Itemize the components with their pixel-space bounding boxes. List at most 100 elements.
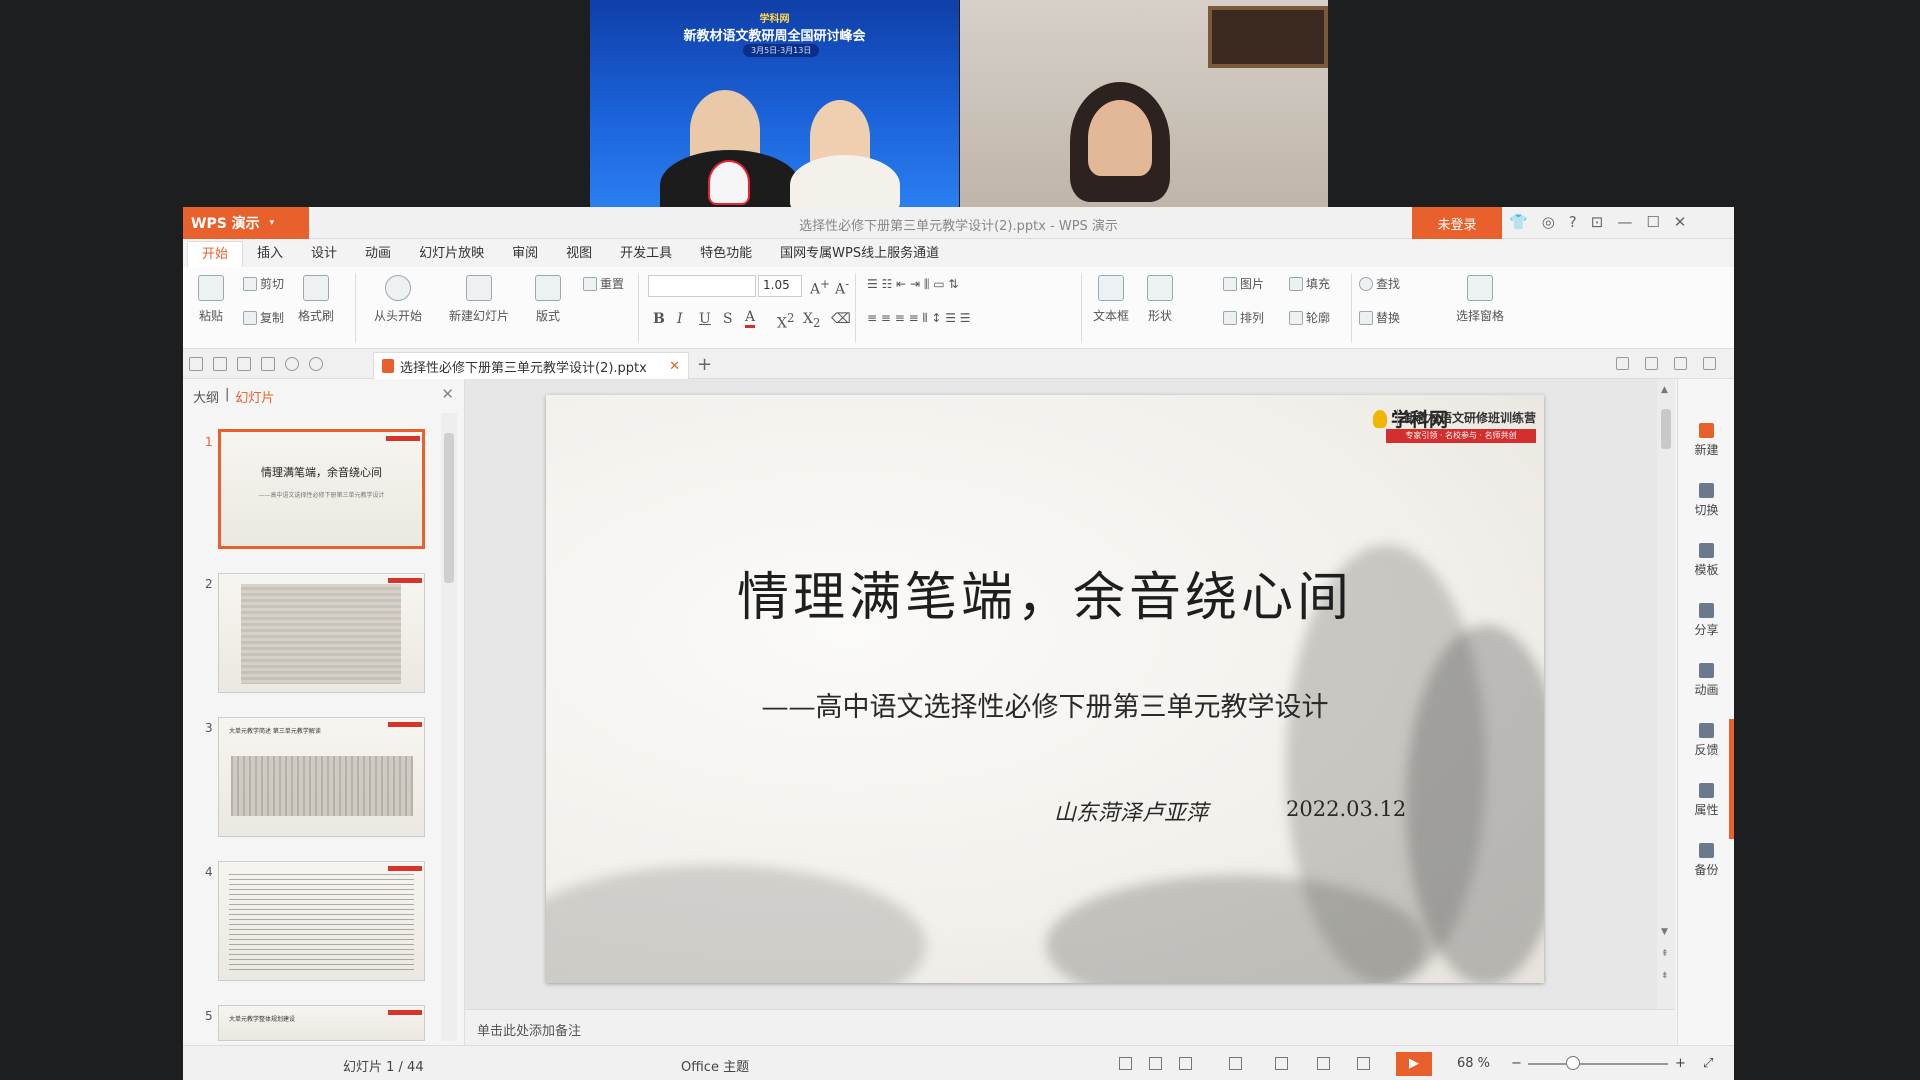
video-tile-hosts[interactable]: 学科网 新教材语文教研周全国研讨峰会 3月5日-3月13日 (590, 0, 959, 207)
minimize-icon[interactable]: — (1617, 213, 1632, 231)
add-tab-icon[interactable]: + (697, 354, 712, 375)
sidebar-item-share[interactable]: 分享 (1678, 603, 1735, 638)
superscript-icon[interactable]: X2 (777, 311, 794, 332)
tab-developer[interactable]: 开发工具 (606, 241, 686, 267)
next-icon[interactable] (1179, 1057, 1192, 1070)
sidebar-item-switch[interactable]: 切换 (1678, 483, 1735, 518)
sidebar-item-template[interactable]: 模板 (1678, 543, 1735, 578)
share-doc-icon[interactable] (1703, 357, 1716, 370)
tab-slideshow[interactable]: 幻灯片放映 (405, 241, 498, 267)
slide-thumbnail-2[interactable] (218, 573, 425, 693)
close-icon[interactable]: ✕ (1674, 213, 1687, 231)
help-icon[interactable]: ? (1569, 213, 1577, 231)
comment-icon[interactable] (1229, 1057, 1242, 1070)
scrollbar-thumb[interactable] (444, 433, 454, 583)
font-size-select[interactable]: 1.05 (758, 275, 802, 297)
tab-home[interactable]: 开始 (187, 241, 244, 267)
prev-slide-icon[interactable]: ⇞ (1661, 949, 1669, 959)
close-tab-icon[interactable]: ✕ (669, 359, 680, 374)
tab-review[interactable]: 审阅 (498, 241, 552, 267)
zoom-slider[interactable] (1528, 1063, 1668, 1065)
grow-font-icon[interactable]: A+ (810, 277, 830, 298)
strikethrough-icon[interactable]: S (723, 311, 733, 327)
scrollbar-thumb[interactable] (1661, 409, 1671, 449)
zoom-in-icon[interactable]: + (1675, 1056, 1686, 1071)
theme-name[interactable]: Office 主题 (681, 1056, 749, 1075)
reset-button[interactable]: 重置 (583, 275, 624, 292)
sidebar-item-properties[interactable]: 属性 (1678, 783, 1735, 818)
arrange-button[interactable]: 排列 (1223, 309, 1264, 326)
replace-button[interactable]: 替换 (1359, 309, 1400, 326)
from-start-button[interactable]: 从头开始 (363, 275, 433, 324)
slide-thumbnail-4[interactable] (218, 861, 425, 981)
print-icon[interactable] (237, 357, 251, 371)
tab-animation[interactable]: 动画 (351, 241, 405, 267)
sidebar-item-animation[interactable]: 动画 (1678, 663, 1735, 698)
layout-button[interactable]: 版式 (523, 275, 573, 324)
redo-icon[interactable] (309, 357, 323, 371)
tab-view[interactable]: 视图 (552, 241, 606, 267)
sidebar-item-backup[interactable]: 备份 (1678, 843, 1735, 878)
notes-toggle-icon[interactable] (1149, 1057, 1162, 1070)
slide-author[interactable]: 山东菏泽卢亚萍 (1054, 795, 1208, 827)
sidebar-collapse-handle[interactable] (1729, 719, 1734, 839)
format-painter-button[interactable]: 格式刷 (291, 275, 341, 324)
sidebar-item-feedback[interactable]: 反馈 (1678, 723, 1735, 758)
slide-title[interactable]: 情理满笔端，余音绕心间 (546, 555, 1544, 630)
cut-button[interactable]: 剪切 (243, 275, 284, 292)
print-preview-icon[interactable] (261, 357, 275, 371)
font-color-icon[interactable]: A (745, 309, 756, 328)
slideshow-play-button[interactable]: ▶ (1396, 1052, 1432, 1076)
shrink-font-icon[interactable]: A- (835, 277, 849, 298)
bold-icon[interactable]: B (653, 311, 665, 327)
zoom-slider-handle[interactable] (1566, 1056, 1580, 1070)
slide-thumbnail-5[interactable]: 大单元教学整体规划建设 (218, 1005, 425, 1041)
tab-insert[interactable]: 插入 (243, 241, 297, 267)
sidebar-item-new[interactable]: 新建 (1678, 423, 1735, 458)
skin-icon[interactable]: 👕 (1509, 213, 1528, 231)
cloud-icon[interactable] (1645, 357, 1658, 370)
scroll-down-icon[interactable]: ▼ (1661, 927, 1668, 937)
clear-format-icon[interactable]: ⌫ (831, 311, 851, 327)
tab-design[interactable]: 设计 (297, 241, 351, 267)
slide-thumbnail-1[interactable]: 情理满笔端，余音绕心间 ——高中语文选择性必修下册第三单元教学设计 (218, 429, 425, 549)
tab-slides[interactable]: 幻灯片 (235, 387, 274, 406)
bullets-button[interactable]: ☰ ☷ ⇤ ⇥ ⫼ ▭ ⇅ (867, 277, 958, 292)
fit-window-icon[interactable]: ⤢ (1703, 1056, 1713, 1071)
thumbnail-scrollbar[interactable] (441, 413, 457, 1041)
scroll-up-icon[interactable]: ▲ (1661, 385, 1668, 395)
align-buttons[interactable]: ≡ ≡ ≡ ≡ ⫴ ↕ ☰ ☰ (867, 311, 971, 326)
tab-service[interactable]: 国网专属WPS线上服务通道 (766, 241, 953, 267)
fill-button[interactable]: 填充 (1289, 275, 1330, 292)
subscript-icon[interactable]: X2 (803, 311, 820, 330)
paste-button[interactable]: 粘贴 (183, 275, 239, 324)
close-icon[interactable]: ✕ (441, 385, 454, 403)
find-button[interactable]: 查找 (1359, 275, 1400, 292)
undo-icon[interactable] (285, 357, 299, 371)
zoom-out-icon[interactable]: − (1511, 1056, 1522, 1071)
font-name-select[interactable] (648, 275, 756, 297)
current-slide[interactable]: 学科网 新教材语文研修班训练营 专家引领 · 名校参与 · 名师共创 情理满笔端… (546, 395, 1544, 983)
textbox-button[interactable]: 文本框 (1085, 275, 1137, 324)
fullscreen-icon[interactable]: ⊡ (1591, 213, 1604, 231)
video-tile-speaker[interactable] (960, 0, 1328, 207)
login-button[interactable]: 未登录 (1412, 207, 1502, 239)
select-pane-button[interactable]: 选择窗格 (1445, 275, 1515, 324)
reading-view-icon[interactable] (1357, 1057, 1370, 1070)
slide-thumbnail-3[interactable]: 大单元教学简述 第三单元教学解读 (218, 717, 425, 837)
window-mode-icon[interactable] (1674, 357, 1687, 370)
new-slide-button[interactable]: 新建幻灯片 (439, 275, 519, 324)
copy-button[interactable]: 复制 (243, 309, 284, 326)
save-icon[interactable] (213, 357, 227, 371)
chat-icon[interactable]: ◎ (1542, 213, 1555, 231)
tab-outline[interactable]: 大纲 (193, 387, 219, 406)
outline-button[interactable]: 轮廓 (1289, 309, 1330, 326)
pin-icon[interactable] (1616, 357, 1629, 370)
document-tab[interactable]: 选择性必修下册第三单元教学设计(2).pptx ✕ (373, 352, 689, 379)
sorter-view-icon[interactable] (1317, 1057, 1330, 1070)
picture-button[interactable]: 图片 (1223, 275, 1264, 292)
slide-date[interactable]: 2022.03.12 (1286, 797, 1406, 821)
shape-button[interactable]: 形状 (1138, 275, 1182, 324)
italic-icon[interactable]: I (677, 311, 683, 327)
tab-features[interactable]: 特色功能 (686, 241, 766, 267)
